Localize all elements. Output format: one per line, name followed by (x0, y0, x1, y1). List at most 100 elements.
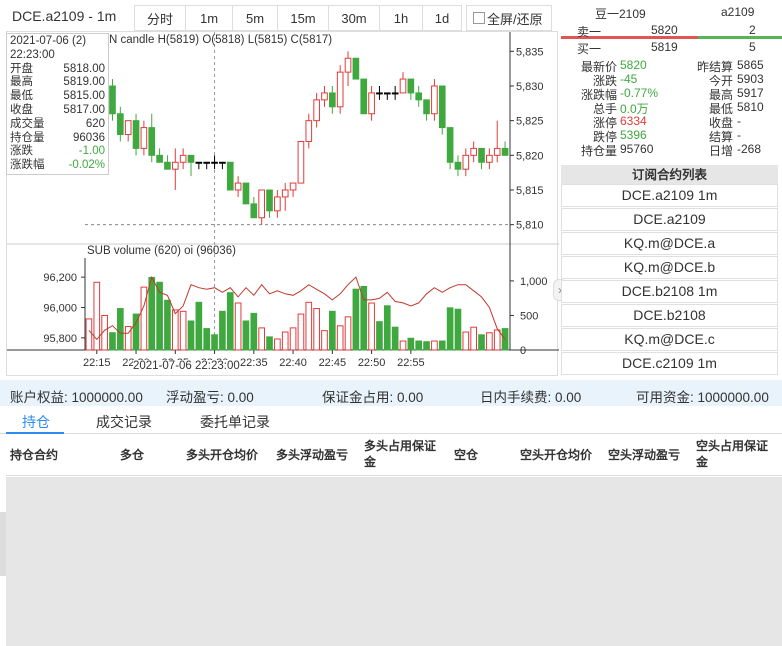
tab-trades[interactable]: 成交记录 (96, 412, 152, 432)
volume-bar (470, 326, 477, 351)
subscription-title: 订阅合约列表 (561, 165, 778, 185)
volume-bar (148, 276, 156, 351)
volume-bar (211, 334, 218, 351)
volume-bar (219, 310, 226, 351)
candle-body (478, 147, 485, 163)
col-long-pnl: 多头浮动盈亏 (276, 448, 349, 462)
subscription-item[interactable]: KQ.m@DCE.a (561, 232, 778, 255)
crosshair-time-label: 2021-07-06 22:23:00 (133, 360, 240, 372)
info-value: 5818.00 (63, 62, 105, 75)
fullscreen-toggle[interactable]: 全屏/还原 (466, 5, 552, 31)
ask-label: 卖一 (577, 25, 602, 39)
info-label: 持仓量 (10, 131, 45, 144)
info-row-change: 涨跌 -1.00 (10, 145, 105, 159)
subscription-item[interactable]: DCE.b2108 1m (561, 280, 778, 303)
candle-body (305, 120, 313, 142)
info-row-open: 开盘 5818.00 (10, 63, 105, 77)
left-edge-handle[interactable] (0, 512, 6, 576)
subscription-item[interactable]: DCE.c2109 1m (561, 352, 778, 375)
subscription-item[interactable]: KQ.m@DCE.b (561, 256, 778, 279)
period-button-1m[interactable]: 1m (185, 5, 233, 31)
quote-value: -0.77% (620, 86, 659, 100)
candle-body (329, 92, 336, 108)
candle-body (219, 161, 226, 164)
quote-value: 6334 (620, 114, 647, 128)
period-button-5m[interactable]: 5m (232, 5, 278, 31)
candle-body (179, 154, 187, 163)
volume-bar (164, 299, 171, 351)
info-row-close: 收盘 5817.00 (10, 104, 105, 118)
volume-bar (486, 332, 493, 351)
candle-body (274, 196, 281, 212)
info-row-low: 最低 5815.00 (10, 90, 105, 104)
volume-bar (234, 302, 242, 351)
period-button-tick[interactable]: 分时 (134, 5, 186, 31)
candle-body (109, 85, 116, 115)
info-row-high: 最高 5819.00 (10, 76, 105, 90)
period-button-30m[interactable]: 30m (328, 5, 380, 31)
fullscreen-checkbox[interactable] (473, 12, 485, 24)
info-value: 96036 (73, 131, 105, 144)
volume-bar (258, 327, 265, 351)
price-tick-label: 5,825 (516, 116, 544, 128)
quote-value: 5396 (620, 128, 647, 142)
price-tick-label: 5,830 (516, 81, 544, 93)
right-panel: 豆一2109 a2109 卖一 5820 2 买一 5819 5 最新价 5820… (561, 5, 782, 375)
quote-value: 5820 (620, 58, 647, 72)
tab-orders[interactable]: 委托单记录 (200, 412, 270, 432)
volume-bar (274, 338, 281, 351)
candle-body (242, 182, 250, 205)
ask-volume: 2 (749, 23, 756, 37)
candle-body (124, 120, 132, 136)
bar-info-box: 2021-07-06 (2) 22:23:00 开盘 5818.00 最高 5819… (6, 33, 109, 175)
candle-body (352, 57, 360, 80)
account-summary: 账户权益: 1000000.00 浮动盈亏: 0.00 保证金占用: 0.00 … (0, 380, 782, 406)
orderbook: 豆一2109 a2109 卖一 5820 2 买一 5819 5 (561, 5, 782, 56)
quote-value: 5917 (737, 86, 764, 100)
quote-value: -268 (737, 142, 762, 156)
candle-body (383, 92, 391, 95)
period-button-15m[interactable]: 15m (277, 5, 329, 31)
volume-tick-label: 1,000 (520, 276, 548, 288)
ask-price: 5820 (651, 23, 678, 37)
price-tick-label: 5,820 (516, 150, 544, 162)
candle-body (415, 92, 423, 101)
volume-bar (289, 327, 297, 351)
period-button-1d[interactable]: 1d (422, 5, 462, 31)
volume-bar (242, 320, 250, 351)
col-short-avg: 空头开仓均价 (520, 448, 593, 462)
subscription-item[interactable]: DCE.a2109 (561, 208, 778, 231)
quote-value: 5865 (737, 58, 764, 72)
col-short-pnl: 空头浮动盈亏 (608, 448, 681, 462)
volume-bar (415, 340, 423, 351)
candle-body (438, 85, 446, 129)
col-short-qty: 空仓 (454, 448, 479, 462)
info-label: 涨跌 (10, 145, 33, 158)
candle-body (470, 147, 477, 156)
candle-body (195, 161, 203, 164)
candle-body (493, 147, 501, 156)
volume-bar (250, 312, 258, 351)
volume-bar (344, 316, 352, 351)
volume-bar (407, 337, 415, 351)
volume-bar (438, 340, 446, 351)
candle-body (148, 127, 156, 156)
time-tick-label: 22:50 (358, 357, 386, 369)
volume-bar (478, 334, 485, 351)
volume-bar (266, 336, 273, 351)
candle-body (431, 85, 438, 115)
quote-value: - (737, 114, 741, 128)
col-short-margin: 空头占用保证金 (696, 439, 769, 469)
info-label: 最低 (10, 90, 33, 103)
subscription-item[interactable]: DCE.a2109 1m (561, 184, 778, 207)
bar-time: 22:23:00 (10, 48, 55, 61)
period-button-1h[interactable]: 1h (379, 5, 423, 31)
volume-bar (368, 302, 375, 351)
candle-body (171, 161, 179, 170)
candle-body (203, 161, 211, 164)
info-label: 最高 (10, 76, 33, 89)
subscription-item[interactable]: DCE.b2108 (561, 304, 778, 327)
candle-body (486, 154, 493, 163)
subscription-item[interactable]: KQ.m@DCE.c (561, 328, 778, 351)
tab-positions[interactable]: 持仓 (22, 412, 50, 432)
